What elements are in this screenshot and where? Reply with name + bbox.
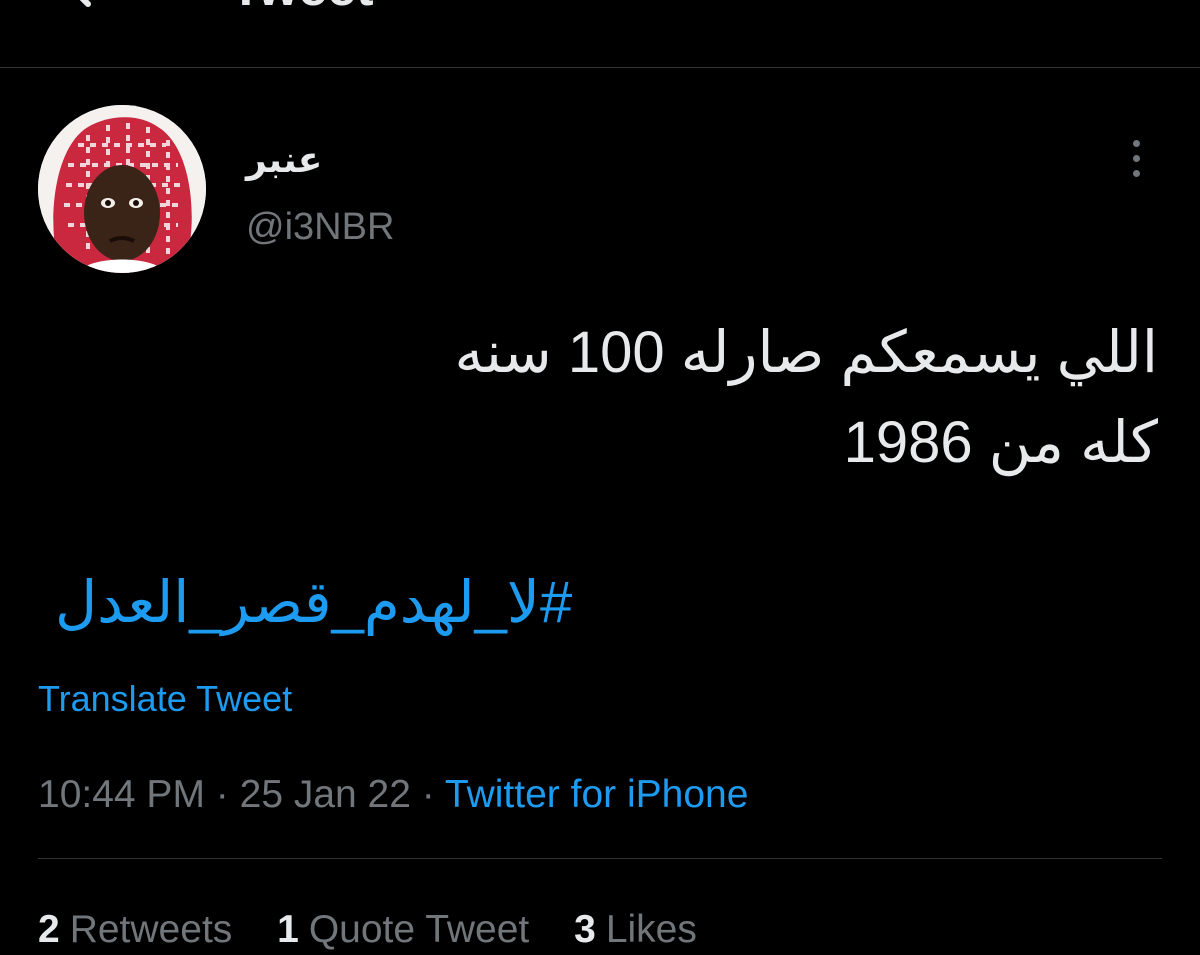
divider — [38, 858, 1162, 859]
more-dot — [1133, 170, 1140, 177]
likes-stat[interactable]: 3 Likes — [574, 905, 697, 955]
avatar[interactable] — [38, 105, 206, 273]
likes-label: Likes — [605, 908, 697, 951]
hashtag-link[interactable]: #لا_لهدم_قصر_العدل — [55, 568, 572, 638]
retweets-label: Retweets — [69, 908, 233, 951]
tweet-text: اللي يسمعكم صارله 100 سنه كله من 1986 — [398, 308, 1159, 488]
tweet-source-link[interactable]: Twitter for iPhone — [445, 773, 748, 816]
engagement-stats: 2 Retweets 1 Quote Tweet 3 Likes — [38, 905, 731, 955]
page-title: Tweet — [230, 0, 374, 14]
author-handle[interactable]: @i3NBR — [246, 205, 394, 249]
quote-tweets-label: Quote Tweet — [308, 908, 530, 951]
tweet-text-line: كله من 1986 — [843, 410, 1158, 475]
likes-count: 3 — [574, 908, 596, 951]
translate-tweet-link[interactable]: Translate Tweet — [38, 677, 292, 721]
tweet-meta: 10:44 PM · 25 Jan 22 · Twitter for iPhon… — [38, 770, 748, 820]
tweet-date: 25 Jan 22 — [239, 773, 411, 816]
author-display-name[interactable]: عنبر — [246, 140, 322, 180]
retweets-count: 2 — [38, 908, 60, 951]
more-vertical-icon[interactable] — [1116, 130, 1156, 186]
meta-separator: · — [421, 773, 435, 816]
more-dot — [1133, 155, 1140, 162]
top-bar: Tweet — [0, 0, 1200, 68]
retweets-stat[interactable]: 2 Retweets — [38, 905, 232, 955]
meta-separator: · — [215, 773, 229, 816]
more-dot — [1133, 140, 1140, 147]
quote-tweets-count: 1 — [277, 908, 299, 951]
quote-tweets-stat[interactable]: 1 Quote Tweet — [277, 905, 529, 955]
tweet-time: 10:44 PM — [38, 773, 205, 816]
arrow-left-icon[interactable] — [60, 0, 120, 8]
tweet-text-line: اللي يسمعكم صارله 100 سنه — [454, 320, 1159, 385]
